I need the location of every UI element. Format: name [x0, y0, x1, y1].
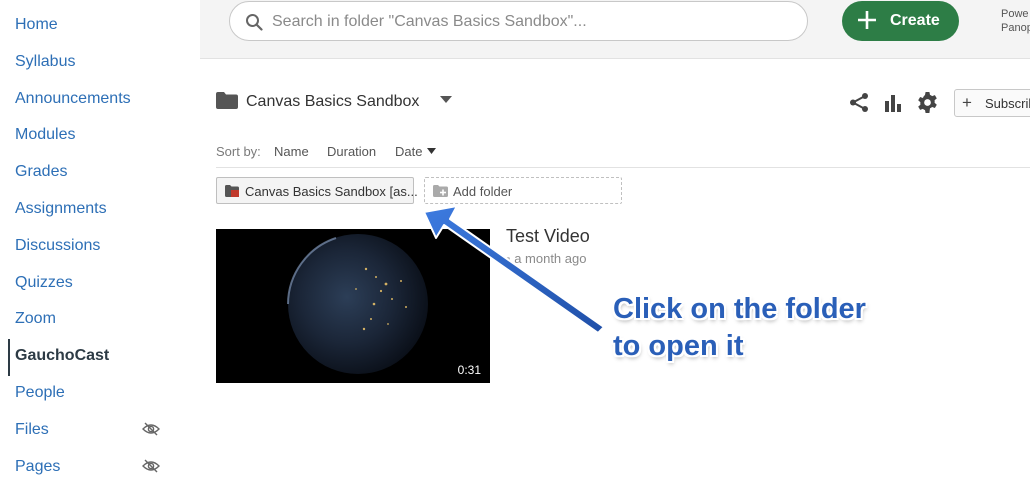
subscribe-label: Subscrib [985, 96, 1030, 111]
folder-plus-icon [433, 185, 448, 197]
subfolder-item[interactable]: Canvas Basics Sandbox [as... [216, 177, 418, 204]
powered-line-1: Powe [1001, 8, 1029, 20]
add-folder-label: Add folder [453, 184, 513, 199]
video-date: • a month ago [506, 251, 586, 266]
course-navigation: Home Syllabus Announcements Modules Grad… [0, 0, 200, 480]
earth-thumbnail-image [216, 229, 490, 383]
nav-pages[interactable]: Pages [15, 457, 60, 477]
create-label: Create [890, 12, 940, 29]
panopto-folder-view: Create Powe Panop Canvas Basics Sandbox … [200, 0, 1030, 480]
sort-duration[interactable]: Duration [327, 144, 376, 159]
plus-icon [858, 11, 876, 29]
bar-chart-icon[interactable] [884, 93, 902, 112]
video-date-text: a month ago [514, 251, 587, 266]
top-bar: Create Powe Panop [200, 0, 1030, 59]
nav-zoom[interactable]: Zoom [15, 309, 56, 329]
folder-title: Canvas Basics Sandbox [246, 93, 420, 110]
plus-icon: + [962, 93, 972, 112]
subscribe-button[interactable]: + Subscrib [954, 89, 1030, 117]
search-input[interactable] [270, 2, 794, 42]
nav-gauchocast[interactable]: GauchoCast [15, 346, 109, 366]
bullet-icon: • [506, 251, 511, 266]
nav-assignments[interactable]: Assignments [15, 199, 107, 219]
eye-slash-icon [142, 459, 160, 473]
folder-icon [225, 185, 239, 197]
nav-home[interactable]: Home [15, 15, 58, 35]
gear-icon[interactable] [916, 91, 939, 114]
nav-syllabus[interactable]: Syllabus [15, 52, 75, 72]
sort-label: Sort by: [216, 144, 261, 159]
annotation-callout: Click on the folder to open it [613, 291, 866, 365]
add-folder-button[interactable]: Add folder [424, 177, 622, 204]
annotation-line-2: to open it [613, 330, 744, 362]
nav-files[interactable]: Files [15, 420, 49, 440]
powered-by-panopto: Powe Panop [1001, 7, 1030, 35]
chevron-down-icon[interactable] [440, 96, 452, 104]
nav-discussions[interactable]: Discussions [15, 236, 100, 256]
nav-announcements[interactable]: Announcements [15, 89, 131, 109]
video-thumbnail[interactable]: 0:31 [216, 229, 490, 383]
share-icon[interactable] [849, 92, 869, 113]
sort-date[interactable]: Date [395, 144, 422, 159]
nav-active-indicator [8, 339, 10, 376]
video-duration: 0:31 [454, 362, 484, 378]
nav-grades[interactable]: Grades [15, 162, 67, 182]
nav-people[interactable]: People [15, 383, 65, 403]
annotation-line-1: Click on the folder [613, 293, 866, 325]
search-box [229, 1, 808, 42]
eye-slash-icon [142, 422, 160, 436]
nav-modules[interactable]: Modules [15, 125, 75, 145]
sort-name[interactable]: Name [274, 144, 309, 159]
subfolder-label: Canvas Basics Sandbox [as... [245, 184, 418, 199]
sort-desc-icon[interactable] [427, 148, 436, 154]
search-icon[interactable] [245, 13, 263, 31]
divider [216, 167, 1030, 168]
folder-icon [216, 92, 238, 109]
create-button[interactable]: Create [842, 1, 959, 41]
nav-quizzes[interactable]: Quizzes [15, 273, 73, 293]
powered-line-2: Panop [1001, 22, 1030, 34]
video-title[interactable]: Test Video [506, 226, 590, 247]
